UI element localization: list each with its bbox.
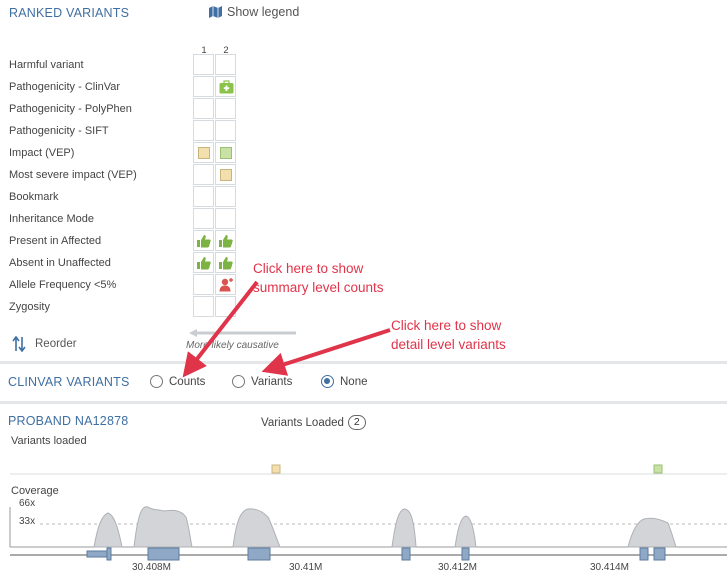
axis-label-30408: 30.408M <box>132 562 171 573</box>
axis-label-30410: 30.41M <box>289 562 323 573</box>
variant-marker-2[interactable] <box>653 464 663 474</box>
variants-annotation-arrow <box>261 328 391 376</box>
variants-loaded-label: Variants Loaded <box>261 416 344 429</box>
axis-label-30412: 30.412M <box>438 562 477 573</box>
coverage-peak-2 <box>133 506 193 548</box>
coverage-peak-3 <box>232 508 281 548</box>
exon-3[interactable] <box>147 547 180 561</box>
coverage-peak-5 <box>454 515 477 548</box>
exon-8[interactable] <box>653 547 666 561</box>
variants-loaded-count-badge: 2 <box>347 415 366 430</box>
coverage-chart <box>9 506 727 561</box>
variant-marker-1[interactable] <box>271 464 281 474</box>
exon-4[interactable] <box>247 547 271 561</box>
coverage-peak-4 <box>391 508 417 548</box>
exon-6[interactable] <box>461 547 470 561</box>
exon-7[interactable] <box>639 547 649 561</box>
exon-2[interactable] <box>106 547 112 561</box>
counts-annotation-arrow <box>182 280 259 378</box>
axis-label-30414: 30.414M <box>590 562 629 573</box>
variants-loaded-track-label: Variants loaded <box>11 435 87 447</box>
coverage-peak-6 <box>627 517 677 548</box>
exon-5[interactable] <box>401 547 411 561</box>
variants-loaded-summary: Variants Loaded 2 <box>261 415 366 430</box>
proband-title: PROBAND NA12878 <box>8 414 129 428</box>
coverage-peak-1 <box>93 512 123 548</box>
